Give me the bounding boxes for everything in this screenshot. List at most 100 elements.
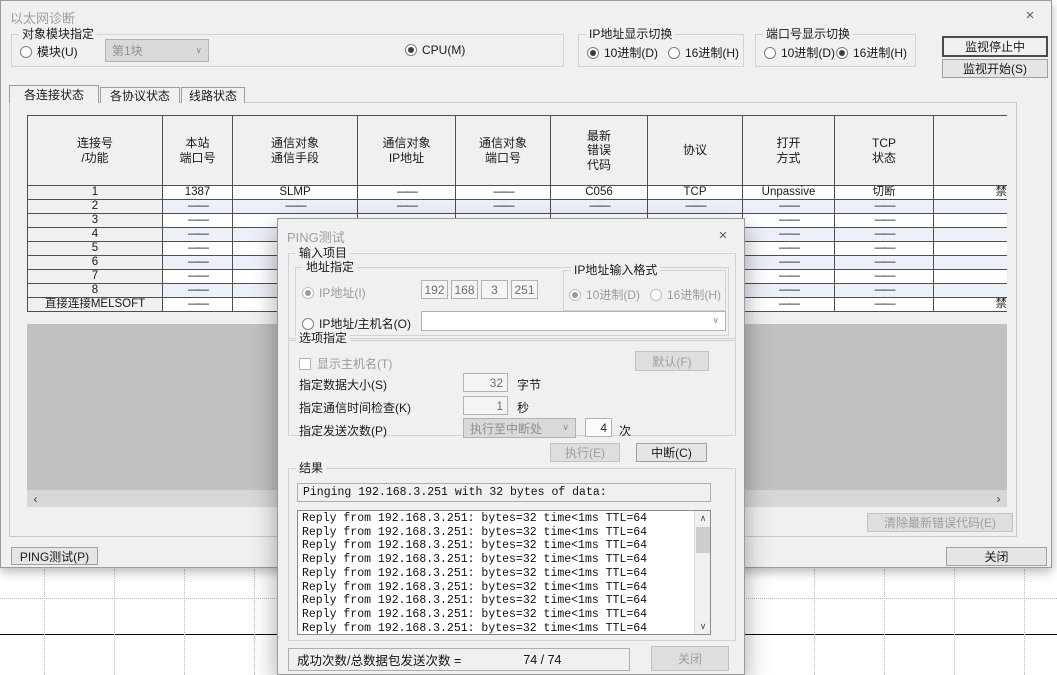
ip-octet-4-field[interactable]: 251 — [511, 280, 538, 299]
cpu-radio[interactable]: CPU(M) — [405, 43, 465, 57]
monitor-stop-button[interactable]: 监视停止中 — [942, 36, 1048, 57]
format-decimal-radio[interactable]: 10进制(D) — [569, 286, 640, 303]
tab-connection-status[interactable]: 各连接状态 — [9, 85, 99, 103]
scrollbar-thumb[interactable] — [696, 527, 710, 553]
ping-reply-line: Reply from 192.168.3.251: bytes=32 time<… — [302, 581, 692, 595]
scroll-up-icon[interactable]: ∧ — [695, 511, 711, 526]
table-cell: C056 — [551, 186, 648, 200]
ip-decimal-radio[interactable]: 10进制(D) — [587, 44, 658, 61]
show-hostname-checkbox[interactable]: 显示主机名(T) — [299, 355, 392, 372]
table-cell: —— — [743, 284, 835, 298]
ping-test-button[interactable]: PING测试(P) — [11, 547, 98, 565]
table-cell: —— — [163, 298, 233, 312]
timeout-field[interactable]: 1 — [463, 396, 508, 415]
grid-line — [254, 569, 255, 675]
send-mode-select[interactable]: 执行至中断处 ∨ — [463, 418, 576, 438]
radio-icon — [764, 47, 776, 59]
table-cell: —— — [835, 284, 934, 298]
vertical-scrollbar[interactable]: ∧ ∨ — [694, 511, 710, 634]
table-cell: 4 — [28, 228, 163, 242]
scroll-down-icon[interactable]: ∨ — [695, 619, 711, 634]
table-cell: —— — [743, 200, 835, 214]
table-cell: 1 — [28, 186, 163, 200]
column-header: 协议 — [648, 116, 743, 186]
ping-reply-line: Reply from 192.168.3.251: bytes=32 time<… — [302, 512, 692, 526]
group-label: IP地址显示切换 — [586, 27, 675, 42]
table-row: 2———————————————— — [28, 200, 1008, 214]
group-label: 选项指定 — [296, 331, 350, 346]
table-cell — [934, 214, 1008, 228]
clear-latest-error-button[interactable]: 清除最新错误代码(E) — [867, 513, 1013, 532]
table-cell: —— — [743, 256, 835, 270]
ip-hex-radio[interactable]: 16进制(H) — [668, 44, 739, 61]
module-radio[interactable]: 模块(U) — [20, 43, 78, 60]
ping-status-line: Pinging 192.168.3.251 with 32 bytes of d… — [297, 483, 711, 502]
timeout-unit: 秒 — [517, 399, 529, 416]
scroll-left-icon[interactable]: ‹ — [27, 490, 44, 507]
dialog-close-button[interactable]: 关闭 — [651, 646, 729, 671]
default-button[interactable]: 默认(F) — [635, 351, 709, 371]
close-icon[interactable]: × — [708, 225, 738, 245]
ping-result-listbox[interactable]: Reply from 192.168.3.251: bytes=32 time<… — [297, 510, 711, 635]
tab-protocol-status[interactable]: 各协议状态 — [100, 87, 180, 103]
data-size-field[interactable]: 32 — [463, 373, 508, 392]
radio-icon — [405, 44, 417, 56]
monitor-start-button[interactable]: 监视开始(S) — [942, 59, 1048, 78]
scroll-right-icon[interactable]: › — [990, 490, 1007, 507]
summary-label: 成功次数/总数据包发送次数 = — [297, 650, 461, 669]
tab-line-status[interactable]: 线路状态 — [181, 87, 245, 103]
column-header — [934, 116, 1008, 186]
port-hex-radio[interactable]: 16进制(H) — [836, 44, 907, 61]
host-name-radio[interactable]: IP地址/主机名(O) — [302, 315, 411, 332]
ip-address-radio[interactable]: IP地址(I) — [302, 284, 366, 301]
abort-button[interactable]: 中断(C) — [636, 443, 707, 462]
execute-button[interactable]: 执行(E) — [550, 443, 620, 462]
table-cell: —— — [163, 228, 233, 242]
address-group: 地址指定 IP地址(I) 192 168 3 251 IP地址输入格式 10进制… — [295, 267, 729, 336]
main-close-button[interactable]: 关闭 — [946, 547, 1047, 566]
table-cell: —— — [456, 200, 551, 214]
radio-icon — [569, 289, 581, 301]
ip-octet-2-field[interactable]: 168 — [451, 280, 478, 299]
table-cell: —— — [835, 242, 934, 256]
column-header: 通信对象 端口号 — [456, 116, 551, 186]
ping-reply-line: Reply from 192.168.3.251: bytes=32 time<… — [302, 608, 692, 622]
radio-icon — [587, 47, 599, 59]
table-cell: —— — [743, 298, 835, 312]
table-cell: —— — [163, 242, 233, 256]
table-cell: —— — [835, 214, 934, 228]
module-number-select[interactable]: 第1块 ∨ — [105, 39, 209, 62]
titlebar: 以太网诊断 × — [1, 1, 1051, 29]
result-group: 结果 Pinging 192.168.3.251 with 32 bytes o… — [288, 468, 736, 641]
table-cell: 禁 — [934, 298, 1008, 312]
table-cell: Unpassive — [743, 186, 835, 200]
ping-reply-line: Reply from 192.168.3.251: bytes=32 time<… — [302, 594, 692, 608]
titlebar: PING测试 × — [278, 219, 744, 249]
chevron-down-icon: ∨ — [195, 45, 202, 56]
table-cell: —— — [551, 200, 648, 214]
table-cell — [934, 242, 1008, 256]
table-cell: —— — [163, 284, 233, 298]
ip-octet-3-field[interactable]: 3 — [481, 280, 508, 299]
table-cell: —— — [835, 298, 934, 312]
send-count-unit: 次 — [619, 422, 631, 439]
table-cell: 5 — [28, 242, 163, 256]
grid-line — [884, 569, 885, 675]
host-name-combo[interactable]: ∨ — [421, 311, 726, 331]
close-icon[interactable]: × — [1015, 5, 1045, 25]
ping-test-dialog: PING测试 × 输入项目 地址指定 IP地址(I) 192 168 3 251… — [277, 218, 745, 675]
group-label: 地址指定 — [303, 260, 357, 275]
format-hex-radio[interactable]: 16进制(H) — [650, 286, 721, 303]
radio-icon — [302, 318, 314, 330]
group-label: 端口号显示切换 — [763, 27, 853, 42]
table-cell: —— — [743, 214, 835, 228]
table-cell: —— — [835, 200, 934, 214]
ping-reply-line: Reply from 192.168.3.251: bytes=32 time<… — [302, 622, 692, 634]
grid-line — [44, 569, 45, 675]
table-cell: —— — [163, 214, 233, 228]
send-count-field[interactable]: 4 — [585, 418, 612, 437]
dialog-title: PING测试 — [287, 227, 345, 246]
column-header: 最新 错误 代码 — [551, 116, 648, 186]
port-decimal-radio[interactable]: 10进制(D) — [764, 44, 835, 61]
ip-octet-1-field[interactable]: 192 — [421, 280, 448, 299]
